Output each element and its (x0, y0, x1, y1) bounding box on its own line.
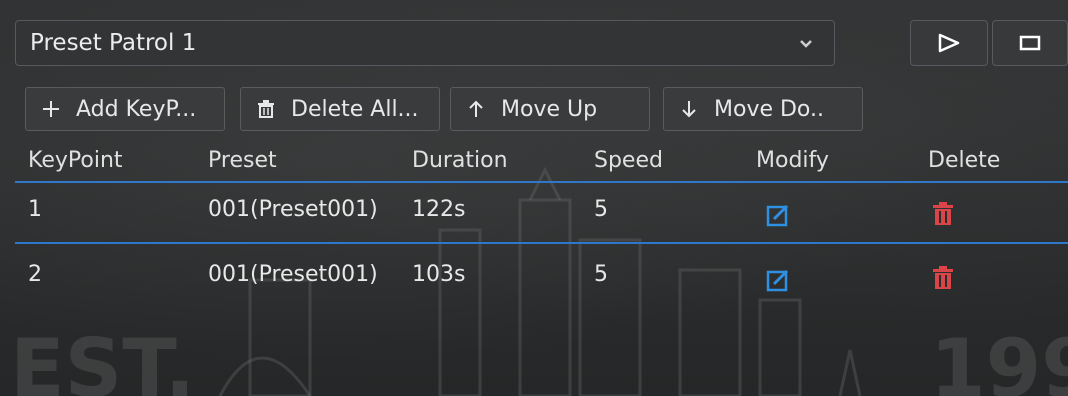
speed-cell: 5 (594, 262, 608, 287)
move-up-button[interactable]: Move Up (450, 87, 650, 131)
keypoint-cell: 1 (28, 197, 42, 222)
column-header-preset: Preset (208, 148, 277, 173)
column-header-modify: Modify (756, 148, 829, 173)
patrol-select-value: Preset Patrol 1 (30, 30, 197, 56)
preset-patrol-panel: Preset Patrol 1 Add KeyP... Delete All..… (0, 0, 1068, 396)
edit-icon[interactable] (766, 268, 790, 292)
add-keypoint-button[interactable]: Add KeyP... (25, 87, 225, 131)
trash-icon[interactable] (931, 202, 955, 226)
stop-button[interactable] (992, 20, 1068, 66)
column-header-duration: Duration (412, 148, 508, 173)
chevron-down-icon (800, 40, 812, 48)
move-down-button[interactable]: Move Do.. (663, 87, 863, 131)
trash-icon (258, 100, 274, 118)
play-button[interactable] (910, 20, 988, 66)
arrow-up-icon (469, 100, 483, 117)
move-down-label: Move Do.. (714, 96, 824, 122)
row-divider (15, 242, 1068, 244)
preset-cell: 001(Preset001) (208, 262, 378, 287)
column-header-keypoint: KeyPoint (28, 148, 123, 173)
trash-icon[interactable] (931, 266, 955, 290)
play-icon (938, 33, 960, 53)
edit-icon[interactable] (766, 203, 790, 227)
plus-icon (43, 101, 59, 117)
column-header-delete: Delete (928, 148, 1001, 173)
duration-cell: 122s (412, 197, 466, 222)
preset-cell: 001(Preset001) (208, 197, 378, 222)
move-up-label: Move Up (501, 96, 598, 122)
add-keypoint-label: Add KeyP... (76, 96, 197, 122)
delete-all-button[interactable]: Delete All... (240, 87, 440, 131)
patrol-select[interactable]: Preset Patrol 1 (15, 20, 835, 66)
stop-icon (1019, 35, 1041, 51)
column-header-speed: Speed (594, 148, 663, 173)
delete-all-label: Delete All... (291, 96, 419, 122)
keypoint-cell: 2 (28, 262, 42, 287)
speed-cell: 5 (594, 197, 608, 222)
duration-cell: 103s (412, 262, 466, 287)
arrow-down-icon (682, 101, 696, 118)
header-divider (15, 181, 1068, 183)
